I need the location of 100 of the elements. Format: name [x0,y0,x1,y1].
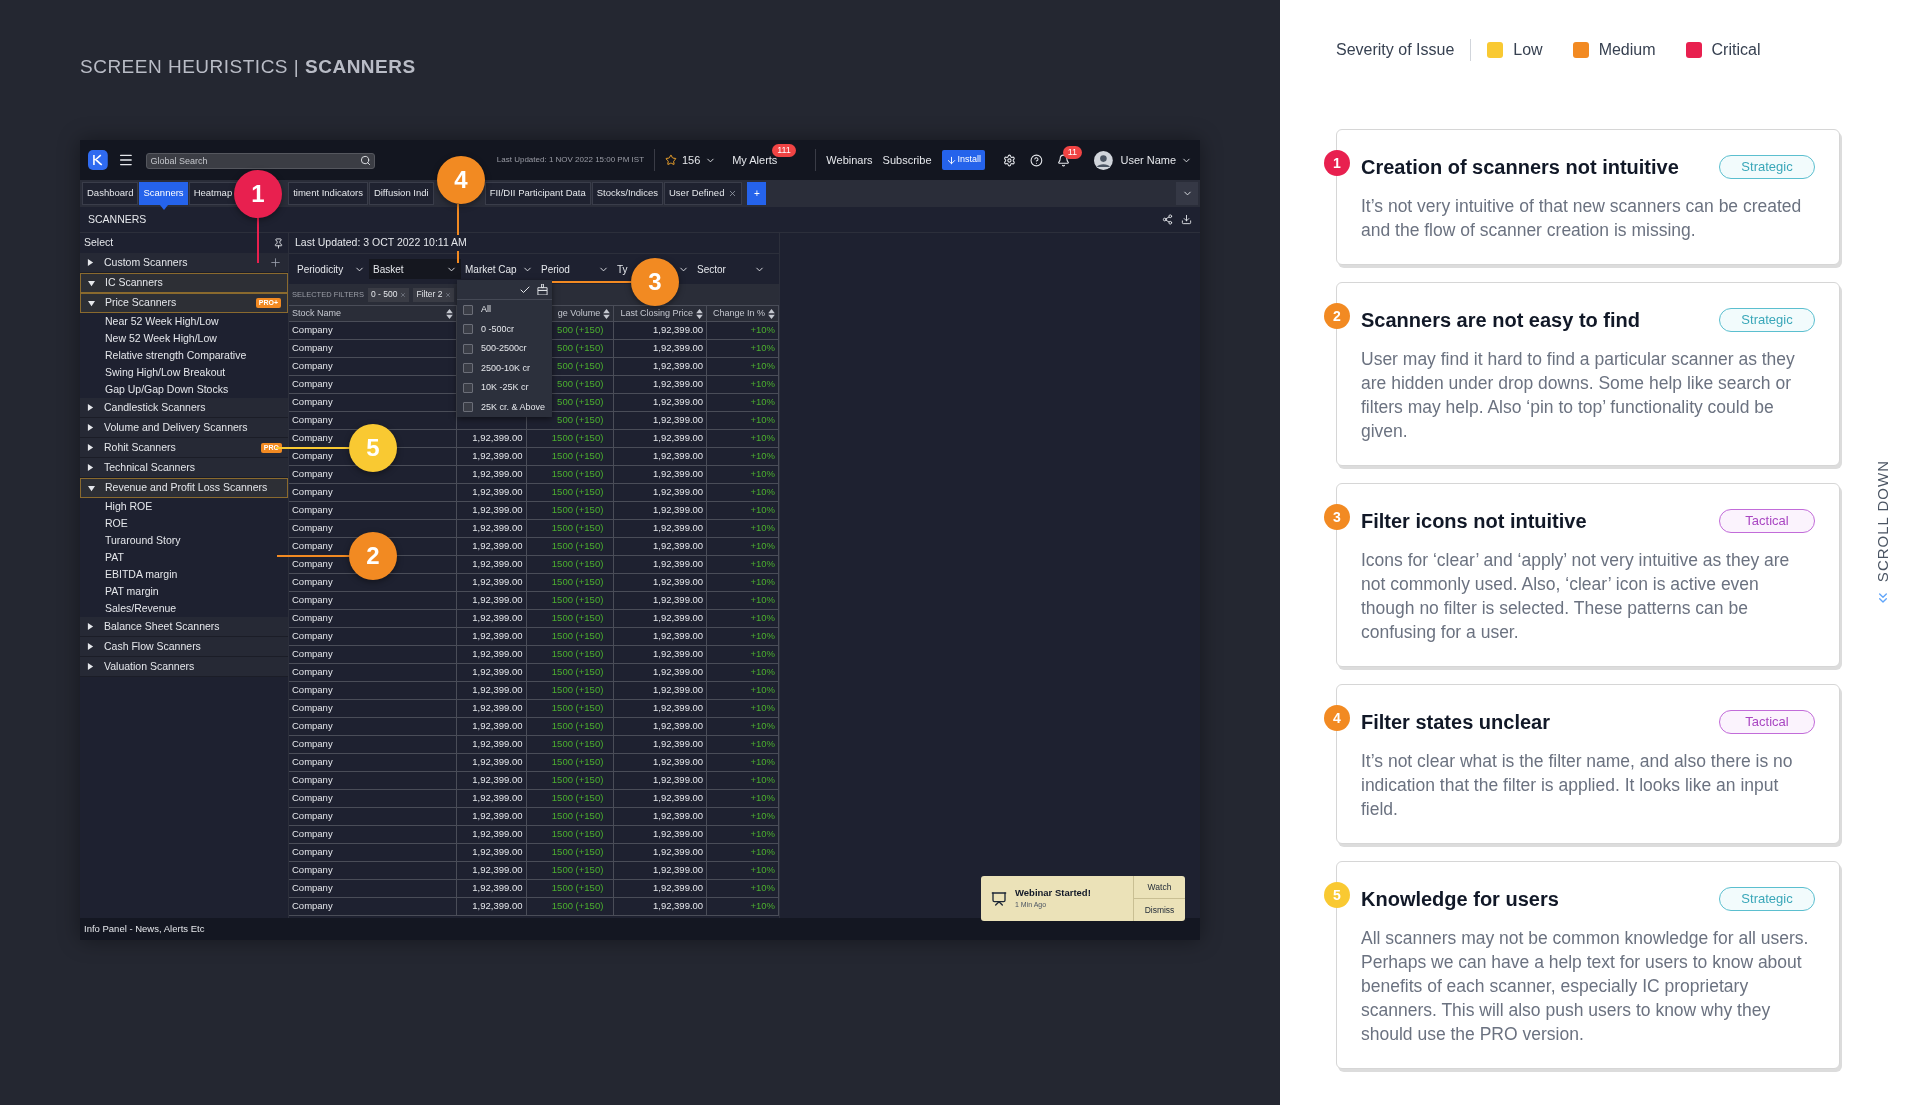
tab[interactable]: Heatmap [188,182,238,205]
filter-dropdown[interactable]: Period [537,259,613,279]
tab[interactable]: Stocks/Indices [591,182,663,205]
logo-icon[interactable] [88,150,108,170]
scanner-item[interactable]: Swing High/Low Breakout [80,364,288,381]
tab[interactable]: timent Indicators [288,182,368,205]
header-link[interactable]: Subscribe [882,151,932,169]
filter-label[interactable]: Ty [617,261,628,277]
table-cell: 500 (+150) [557,341,604,356]
table-cell: Company [292,395,333,410]
expand-triangle-icon[interactable] [87,623,94,630]
sidebar-group[interactable]: Volume and Delivery Scanners [80,418,288,438]
scanner-item[interactable]: PAT [80,549,288,566]
add-icon[interactable] [269,256,282,269]
sort-icon[interactable] [768,308,775,319]
scanner-item[interactable]: High ROE [80,498,288,515]
toast-action-button[interactable]: Watch [1134,876,1185,898]
collapse-triangle-icon[interactable] [88,484,95,492]
menu-option[interactable]: 25K cr. & Above [457,397,552,417]
expand-triangle-icon[interactable] [87,464,94,471]
broom-icon[interactable] [537,284,548,295]
search-icon[interactable] [359,154,371,166]
table-cell: 500 (+150) [557,377,604,392]
menu-icon[interactable] [117,152,134,168]
sidebar-group[interactable]: Valuation Scanners [80,657,288,677]
tab[interactable]: FII/DII Participant Data [484,182,591,205]
bell-icon[interactable] [1056,153,1070,167]
install-button[interactable]: Install [941,150,986,170]
column-header[interactable]: ge Volume [557,306,601,321]
sidebar-group[interactable]: Balance Sheet Scanners [80,617,288,637]
menu-option[interactable]: 2500-10K cr [457,358,552,378]
filter-dropdown[interactable]: Market Cap [461,259,537,279]
column-header[interactable]: Last Closing Price [620,306,694,321]
checkbox[interactable] [463,343,473,354]
checkbox[interactable] [463,363,473,374]
expand-triangle-icon[interactable] [87,404,94,411]
search-field[interactable]: Global Search [145,153,375,169]
scanner-item[interactable]: Gap Up/Gap Down Stocks [80,381,288,398]
scanner-item[interactable]: Turaround Story [80,532,288,549]
scanner-item[interactable]: EBITDA margin [80,566,288,583]
scanner-item[interactable]: PAT margin [80,583,288,600]
menu-option[interactable]: 0 -500cr [457,319,552,339]
tab[interactable]: Dashboard [82,182,139,205]
add-tab-button[interactable]: + [747,182,767,205]
expand-triangle-icon[interactable] [87,259,94,266]
checkbox[interactable] [463,402,473,413]
group-label: Valuation Scanners [104,658,196,674]
filter-dropdown[interactable]: Basket [369,259,461,279]
collapse-triangle-icon[interactable] [88,279,95,287]
menu-option[interactable]: All [457,300,552,320]
table-cell: Company [292,791,333,806]
watchlist-count: 156 [681,152,701,168]
user-name[interactable]: User Name [1120,151,1177,169]
checkbox[interactable] [463,324,473,335]
table-cell: 1,92,399.00 [652,863,704,878]
scanner-item[interactable]: Sales/Revenue [80,600,288,617]
expand-triangle-icon[interactable] [87,444,94,451]
sort-icon[interactable] [603,308,611,319]
expand-triangle-icon[interactable] [87,424,94,431]
sidebar-group[interactable]: Cash Flow Scanners [80,637,288,657]
sidebar-group[interactable]: IC Scanners [80,273,288,293]
table-cell: 1,92,399.00 [472,557,523,572]
table-cell: 1500 (+150) [551,647,604,662]
header-link[interactable]: Webinars [826,151,873,169]
checkbox[interactable] [463,382,473,393]
column-header[interactable]: Change In % [712,306,765,321]
column-header[interactable]: Stock Name [292,306,342,321]
table-cell: 1,92,399.00 [652,467,704,482]
pin-icon[interactable] [273,237,284,249]
download-icon[interactable] [1181,214,1192,225]
filter-chip[interactable]: 0 - 500 [367,287,410,302]
tab[interactable]: Diffusion Indi [368,182,434,205]
expand-triangle-icon[interactable] [87,663,94,670]
sidebar-group[interactable]: Custom Scanners [80,253,288,273]
sidebar-group[interactable]: Technical Scanners [80,458,288,478]
scanner-item[interactable]: Near 52 Week High/Low [80,313,288,330]
sort-icon[interactable] [696,308,704,319]
menu-option[interactable]: 500-2500cr [457,339,552,359]
toast-action-button[interactable]: Dismiss [1134,898,1185,921]
expand-triangle-icon[interactable] [87,643,94,650]
close-icon[interactable] [728,189,738,198]
collapse-triangle-icon[interactable] [88,299,95,307]
help-icon[interactable] [1029,153,1043,167]
scanner-item[interactable]: New 52 Week High/Low [80,330,288,347]
share-icon[interactable] [1162,214,1173,225]
filter-chip[interactable]: Filter 2 [413,287,455,302]
sidebar-group[interactable]: Revenue and Profit Loss Scanners [80,478,288,498]
checkbox[interactable] [463,304,473,315]
avatar[interactable] [1093,150,1113,170]
star-icon[interactable] [665,154,677,166]
settings-icon[interactable] [1003,153,1016,167]
sort-icon[interactable] [445,308,453,319]
sidebar-group[interactable]: Candlestick Scanners [80,398,288,418]
filter-dropdown[interactable]: Periodicity [293,259,369,279]
scanner-item[interactable]: ROE [80,515,288,532]
menu-option[interactable]: 10K -25K cr [457,378,552,398]
filter-dropdown[interactable]: Sector [693,259,769,279]
scanner-item[interactable]: Relative strength Comparative [80,347,288,364]
tab[interactable]: User Defined [664,182,743,205]
sidebar-header: Select [84,235,115,251]
